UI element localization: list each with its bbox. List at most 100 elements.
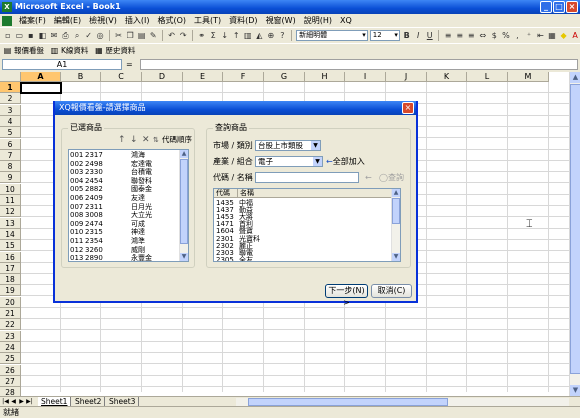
results-scroll-down-icon[interactable]: ▼ — [392, 253, 400, 261]
autosum-icon[interactable]: Σ — [208, 30, 218, 41]
zoom-icon[interactable]: ⊕ — [266, 30, 276, 41]
scroll-up-arrow-icon[interactable]: ▲ — [570, 72, 580, 83]
menu-format[interactable]: 格式(O) — [153, 14, 190, 27]
row-header[interactable]: 2 — [0, 93, 21, 105]
last-sheet-icon[interactable]: ▶| — [26, 397, 33, 406]
menu-help[interactable]: 說明(H) — [300, 14, 336, 27]
column-header[interactable]: B — [61, 72, 101, 82]
chevron-down-icon[interactable]: ▼ — [313, 157, 322, 166]
delete-icon[interactable]: ✕ — [142, 135, 150, 145]
active-cell[interactable] — [20, 82, 62, 94]
horizontal-scrollbar[interactable] — [236, 398, 569, 406]
sheet-tab-2[interactable]: Sheet2 — [72, 397, 106, 406]
email-icon[interactable]: ✉ — [49, 30, 59, 41]
row-header[interactable]: 15 — [0, 240, 21, 252]
menu-tools[interactable]: 工具(T) — [190, 14, 225, 27]
list-item[interactable]: 008 3008 大立光 — [69, 211, 179, 219]
underline-button[interactable]: U — [425, 30, 435, 41]
market-select[interactable]: 台股上市類股 ▼ — [255, 140, 321, 151]
decrease-indent-icon[interactable]: ⇤ — [536, 30, 546, 41]
row-header[interactable]: 13 — [0, 217, 21, 229]
row-header[interactable]: 16 — [0, 251, 21, 263]
row-header[interactable]: 14 — [0, 228, 21, 240]
code-name-input[interactable] — [255, 172, 359, 183]
close-button[interactable]: × — [566, 1, 578, 13]
workbook-icon[interactable] — [2, 15, 12, 26]
research-icon[interactable]: ◎ — [95, 30, 105, 41]
new-icon[interactable]: ▫ — [3, 30, 13, 41]
name-box[interactable]: A1 — [2, 59, 122, 70]
select-all-corner[interactable] — [0, 72, 21, 82]
horizontal-scroll-thumb[interactable] — [248, 398, 448, 406]
print-icon[interactable]: ⎙ — [61, 30, 71, 41]
currency-icon[interactable]: $ — [490, 30, 500, 41]
open-icon[interactable]: ▭ — [15, 30, 25, 41]
row-header[interactable]: 7 — [0, 149, 21, 161]
row-header[interactable]: 25 — [0, 353, 21, 365]
menu-file[interactable]: 檔案(F) — [15, 14, 50, 27]
sheet-tab-3[interactable]: Sheet3 — [106, 397, 140, 406]
list-scroll-up-icon[interactable]: ▲ — [180, 150, 188, 158]
results-scroll-up-icon[interactable]: ▲ — [392, 189, 400, 197]
row-header[interactable]: 18 — [0, 274, 21, 286]
list-item[interactable]: 006 2409 友達 — [69, 194, 179, 202]
dialog-close-button[interactable]: × — [402, 102, 414, 114]
column-header[interactable]: C — [101, 72, 142, 82]
copy-icon[interactable]: ❐ — [125, 30, 135, 41]
chevron-down-icon[interactable]: ▼ — [311, 141, 320, 150]
row-header[interactable]: 17 — [0, 262, 21, 274]
quote-button[interactable]: ▤ 報價看盤 — [3, 45, 44, 56]
chart-wizard-icon[interactable]: ▥ — [243, 30, 253, 41]
row-header[interactable]: 19 — [0, 285, 21, 297]
drawing-icon[interactable]: ◭ — [255, 30, 265, 41]
column-header[interactable]: I — [345, 72, 386, 82]
maximize-button[interactable]: □ — [553, 1, 565, 13]
sheet-tab-1[interactable]: Sheet1 — [38, 397, 72, 406]
query-button[interactable]: ◯查詢 — [379, 173, 404, 183]
prev-sheet-icon[interactable]: ◀ — [10, 397, 17, 406]
minimize-button[interactable]: _ — [540, 1, 552, 13]
list-item[interactable]: 007 2311 日月光 — [69, 203, 179, 211]
move-up-icon[interactable]: ↑ — [118, 135, 126, 145]
column-header[interactable]: E — [183, 72, 223, 82]
align-right-icon[interactable]: ≡ — [466, 30, 476, 41]
query-results-list[interactable]: 代碼 名稱 ▲ ▼ 1435 中福 1437 勤益 1453 大將 1471 首利 1604 聲寶… — [213, 188, 401, 262]
row-header[interactable]: 5 — [0, 127, 21, 139]
first-sheet-icon[interactable]: |◀ — [2, 397, 9, 406]
column-header[interactable]: A — [21, 72, 61, 82]
row-header[interactable]: 26 — [0, 364, 21, 376]
column-header[interactable]: L — [467, 72, 508, 82]
list-scroll-down-icon[interactable]: ▼ — [180, 253, 188, 261]
column-header[interactable]: G — [264, 72, 305, 82]
list-item[interactable]: 001 2317 鴻海 — [69, 151, 179, 159]
print-preview-icon[interactable]: ⌕ — [72, 30, 82, 41]
kline-button[interactable]: ▥ K線資料 — [50, 45, 89, 56]
font-color-icon[interactable]: A — [570, 30, 580, 41]
sort-desc-icon[interactable]: ↑ — [231, 30, 241, 41]
increase-decimal-icon[interactable]: ⁺ — [524, 30, 534, 41]
selected-items-list[interactable]: 013 2890 永豐金 012 3260 威剛 011 2354 鴻準 010 2315 神達 009… — [68, 149, 189, 262]
menu-view[interactable]: 檢視(V) — [85, 14, 121, 27]
redo-icon[interactable]: ↷ — [178, 30, 188, 41]
row-header[interactable]: 27 — [0, 375, 21, 387]
add-arrow-icon[interactable]: ← — [365, 173, 372, 183]
fill-color-icon[interactable]: ◆ — [559, 30, 569, 41]
cancel-button[interactable]: 取消(C) — [371, 284, 412, 298]
row-header[interactable]: 10 — [0, 183, 21, 195]
merge-center-icon[interactable]: ⇔ — [478, 30, 488, 41]
row-header[interactable]: 6 — [0, 138, 21, 150]
formula-input[interactable] — [140, 59, 578, 70]
row-header[interactable]: 9 — [0, 172, 21, 184]
spelling-icon[interactable]: ✓ — [84, 30, 94, 41]
column-header[interactable]: M — [508, 72, 549, 82]
sort-asc-icon[interactable]: ↓ — [220, 30, 230, 41]
save-icon[interactable]: ▪ — [26, 30, 36, 41]
sort-az-icon[interactable]: ⇅ — [153, 135, 159, 145]
bold-button[interactable]: B — [402, 30, 412, 41]
row-header[interactable]: 28 — [0, 387, 21, 396]
column-header[interactable]: K — [427, 72, 467, 82]
list-item[interactable]: 005 2882 國泰金 — [69, 185, 179, 193]
history-button[interactable]: ▦ 歷史資料 — [94, 45, 135, 56]
code-sort-label[interactable]: 代碼順序 — [162, 135, 192, 145]
hyperlink-icon[interactable]: ⚭ — [197, 30, 207, 41]
